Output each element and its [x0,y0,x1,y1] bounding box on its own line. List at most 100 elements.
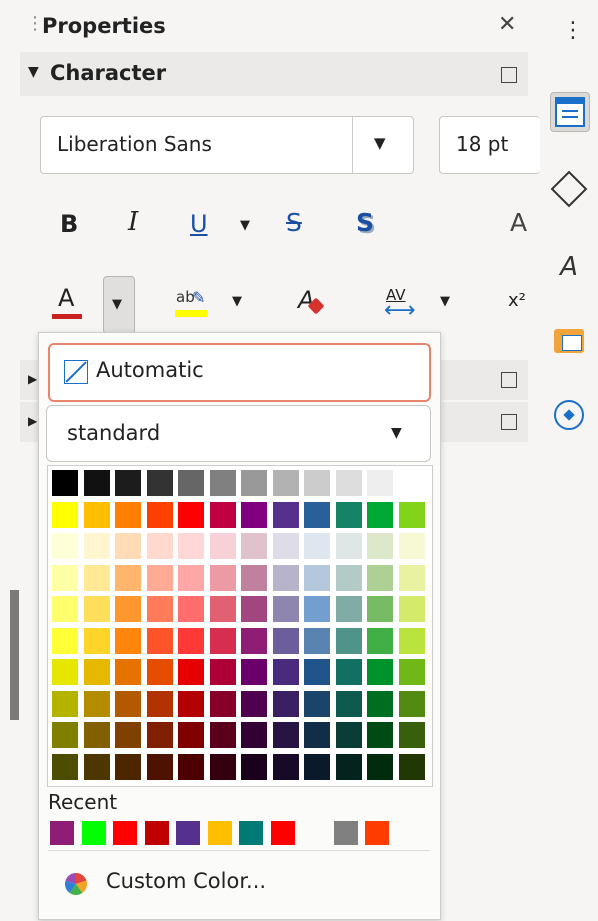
color-swatch[interactable] [115,533,141,559]
color-swatch[interactable] [115,470,141,496]
color-swatch[interactable] [367,627,393,654]
color-swatch[interactable] [209,533,236,559]
color-swatch[interactable] [115,627,141,654]
color-swatch[interactable] [178,501,204,528]
color-swatch[interactable] [335,690,362,717]
color-swatch[interactable] [83,753,110,780]
spacing-dropdown-icon[interactable]: ▼ [440,294,450,309]
clear-formatting-button[interactable]: A [296,286,326,318]
color-swatch[interactable] [335,533,362,559]
superscript-button[interactable]: x² [508,290,526,311]
color-swatch[interactable] [272,753,299,780]
color-swatch[interactable] [398,470,425,496]
color-swatch[interactable] [335,627,362,654]
color-swatch[interactable] [115,690,141,717]
color-swatch[interactable] [146,533,173,559]
expand-triangle-icon[interactable]: ▶ [28,414,37,428]
color-swatch[interactable] [115,722,141,748]
color-swatch[interactable] [335,659,362,685]
color-swatch[interactable] [241,470,267,496]
expand-triangle-icon[interactable]: ▶ [28,372,37,386]
bold-button[interactable]: B [60,210,78,238]
italic-button[interactable]: I [128,207,138,237]
color-swatch[interactable] [335,596,362,622]
automatic-color-button[interactable]: Automatic [48,343,431,402]
color-swatch[interactable] [367,564,393,591]
recent-color-swatch[interactable] [365,821,389,845]
color-swatch[interactable] [178,564,204,591]
underline-button[interactable]: U [190,210,208,238]
color-swatch[interactable] [398,722,425,748]
color-swatch[interactable] [146,659,173,685]
color-swatch[interactable] [398,627,425,654]
color-swatch[interactable] [272,470,299,496]
color-swatch[interactable] [335,470,362,496]
color-swatch[interactable] [83,690,110,717]
color-swatch[interactable] [209,627,236,654]
color-swatch[interactable] [398,753,425,780]
color-swatch[interactable] [115,564,141,591]
more-options-icon[interactable] [501,414,517,430]
font-name-combobox[interactable]: Liberation Sans ▼ [40,116,414,174]
shadow-button[interactable]: S [356,208,374,237]
color-swatch[interactable] [83,659,110,685]
recent-color-swatch[interactable] [207,821,232,845]
color-swatch[interactable] [209,690,236,717]
color-swatch[interactable] [146,596,173,622]
color-swatch[interactable] [52,627,78,654]
color-swatch[interactable] [272,501,299,528]
color-swatch[interactable] [209,501,236,528]
color-swatch[interactable] [209,659,236,685]
color-swatch[interactable] [178,627,204,654]
font-color-button[interactable]: A [52,284,86,320]
color-swatch[interactable] [178,690,204,717]
color-swatch[interactable] [272,627,299,654]
color-swatch[interactable] [272,722,299,748]
properties-icon[interactable] [550,92,590,132]
color-swatch[interactable] [304,564,330,591]
color-swatch[interactable] [272,596,299,622]
color-swatch[interactable] [335,564,362,591]
color-swatch[interactable] [178,533,204,559]
sidebar-menu-icon[interactable]: ⋮ [562,18,584,43]
color-swatch[interactable] [52,753,78,780]
color-swatch[interactable] [398,596,425,622]
color-swatch[interactable] [52,533,78,559]
color-swatch[interactable] [367,501,393,528]
styles-icon[interactable]: A [550,248,588,286]
color-swatch[interactable] [146,722,173,748]
color-swatch[interactable] [146,470,173,496]
color-swatch[interactable] [272,659,299,685]
character-spacing-button[interactable]: AV ⟷ [384,286,420,323]
recent-color-swatch[interactable] [113,821,137,845]
color-swatch[interactable] [367,753,393,780]
recent-color-swatch[interactable] [81,821,106,845]
color-swatch[interactable] [367,690,393,717]
color-swatch[interactable] [241,753,267,780]
color-swatch[interactable] [367,470,393,496]
more-options-icon[interactable] [501,67,517,83]
color-swatch[interactable] [241,564,267,591]
collapse-triangle-icon[interactable]: ▼ [28,64,39,80]
recent-color-swatch[interactable] [50,821,74,845]
sidebar-resize-handle[interactable] [10,590,19,720]
color-swatch[interactable] [241,659,267,685]
color-swatch[interactable] [367,533,393,559]
font-color-dropdown-button[interactable]: ▼ [103,276,135,334]
color-swatch[interactable] [83,470,110,496]
color-swatch[interactable] [241,596,267,622]
color-swatch[interactable] [209,722,236,748]
color-swatch[interactable] [367,722,393,748]
grow-font-button[interactable]: A [510,208,527,237]
color-swatch[interactable] [304,722,330,748]
color-swatch[interactable] [304,533,330,559]
color-swatch[interactable] [178,659,204,685]
color-swatch[interactable] [398,659,425,685]
color-swatch[interactable] [52,470,78,496]
color-swatch[interactable] [367,659,393,685]
color-swatch[interactable] [367,596,393,622]
color-swatch[interactable] [83,533,110,559]
color-swatch[interactable] [83,722,110,748]
color-swatch[interactable] [335,753,362,780]
color-swatch[interactable] [115,596,141,622]
